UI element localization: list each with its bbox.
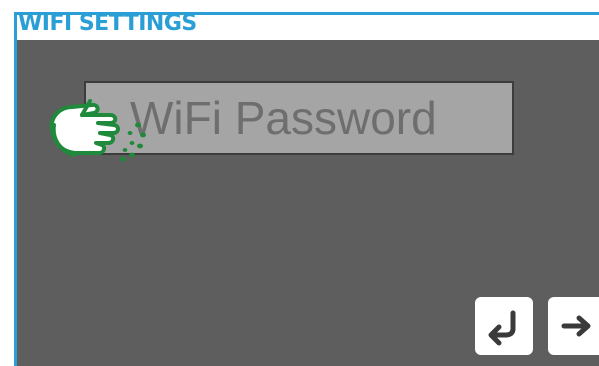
return-arrow-icon xyxy=(488,310,516,346)
password-placeholder: WiFi Password xyxy=(130,92,437,144)
tap-hand-icon xyxy=(49,99,146,162)
back-button[interactable] xyxy=(475,297,533,355)
right-arrow-icon xyxy=(561,315,591,337)
next-button[interactable] xyxy=(548,297,599,355)
section-title: WIFI PASSWORD xyxy=(208,14,390,38)
